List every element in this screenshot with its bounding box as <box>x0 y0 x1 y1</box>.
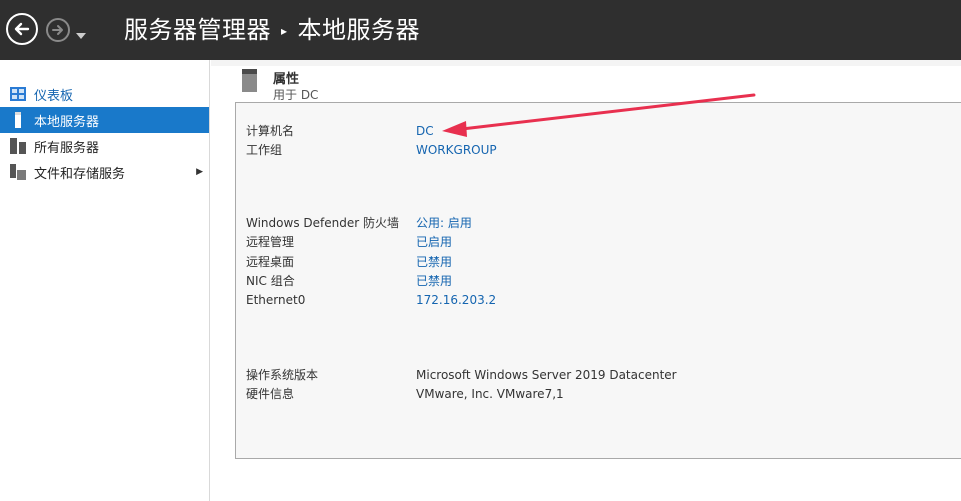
hardware-info-value: VMware, Inc. VMware7,1 <box>416 387 564 401</box>
breadcrumb: 服务器管理器 ▸ 本地服务器 <box>124 14 420 47</box>
sidebar-item-label: 所有服务器 <box>34 140 100 156</box>
main-content: 属性 用于 DC 计算机名 DC 工作组 WORKGROUP Windows D… <box>211 60 961 501</box>
property-label: 硬件信息 <box>246 387 295 401</box>
properties-subtitle: 用于 DC <box>273 88 319 102</box>
sidebar-item-dashboard[interactable]: 仪表板 <box>0 81 209 107</box>
property-label: NIC 组合 <box>246 274 295 288</box>
remote-management-link[interactable]: 已启用 <box>416 234 452 250</box>
property-label: 工作组 <box>246 143 283 157</box>
property-label: 远程桌面 <box>246 255 295 269</box>
storage-icon <box>10 164 26 180</box>
breadcrumb-root[interactable]: 服务器管理器 <box>124 16 271 44</box>
title-bar: 服务器管理器 ▸ 本地服务器 <box>0 0 961 60</box>
chevron-down-icon <box>76 33 86 39</box>
property-label: Ethernet0 <box>246 293 306 307</box>
sidebar-item-file-storage[interactable]: 文件和存储服务 ▶ <box>0 159 209 185</box>
servers-icon <box>10 138 26 154</box>
expand-arrow-icon[interactable]: ▶ <box>196 167 203 177</box>
back-button[interactable] <box>6 13 38 45</box>
sidebar-item-label: 文件和存储服务 <box>34 166 126 182</box>
server-properties-icon <box>242 69 257 92</box>
properties-title: 属性 <box>273 72 300 87</box>
property-label: 计算机名 <box>246 124 295 138</box>
workgroup-link[interactable]: WORKGROUP <box>416 142 497 158</box>
breadcrumb-separator-icon: ▸ <box>281 24 288 38</box>
property-label: Windows Defender 防火墙 <box>246 216 399 230</box>
breadcrumb-current: 本地服务器 <box>297 16 421 44</box>
os-version-value: Microsoft Windows Server 2019 Datacenter <box>416 368 677 382</box>
properties-panel: 计算机名 DC 工作组 WORKGROUP Windows Defender 防… <box>235 102 961 459</box>
property-label: 操作系统版本 <box>246 368 319 382</box>
sidebar-item-local-server[interactable]: 本地服务器 <box>0 107 209 133</box>
back-arrow-icon <box>14 22 30 36</box>
firewall-link[interactable]: 公用: 启用 <box>416 215 472 231</box>
history-dropdown-button[interactable] <box>75 25 87 44</box>
ethernet-link[interactable]: 172.16.203.2 <box>416 292 496 308</box>
divider <box>211 60 961 66</box>
sidebar-item-all-servers[interactable]: 所有服务器 <box>0 133 209 159</box>
computer-name-link[interactable]: DC <box>416 123 434 139</box>
sidebar-item-label: 本地服务器 <box>34 114 100 130</box>
forward-arrow-icon <box>52 25 63 35</box>
nic-teaming-link[interactable]: 已禁用 <box>416 273 452 289</box>
sidebar-item-label: 仪表板 <box>34 88 74 104</box>
dashboard-icon <box>10 86 26 102</box>
forward-button[interactable] <box>46 18 70 42</box>
property-label: 远程管理 <box>246 235 295 249</box>
remote-desktop-link[interactable]: 已禁用 <box>416 254 452 270</box>
sidebar: 仪表板 本地服务器 所有服务器 文件和存储服务 ▶ <box>0 60 210 501</box>
server-icon <box>10 112 26 128</box>
